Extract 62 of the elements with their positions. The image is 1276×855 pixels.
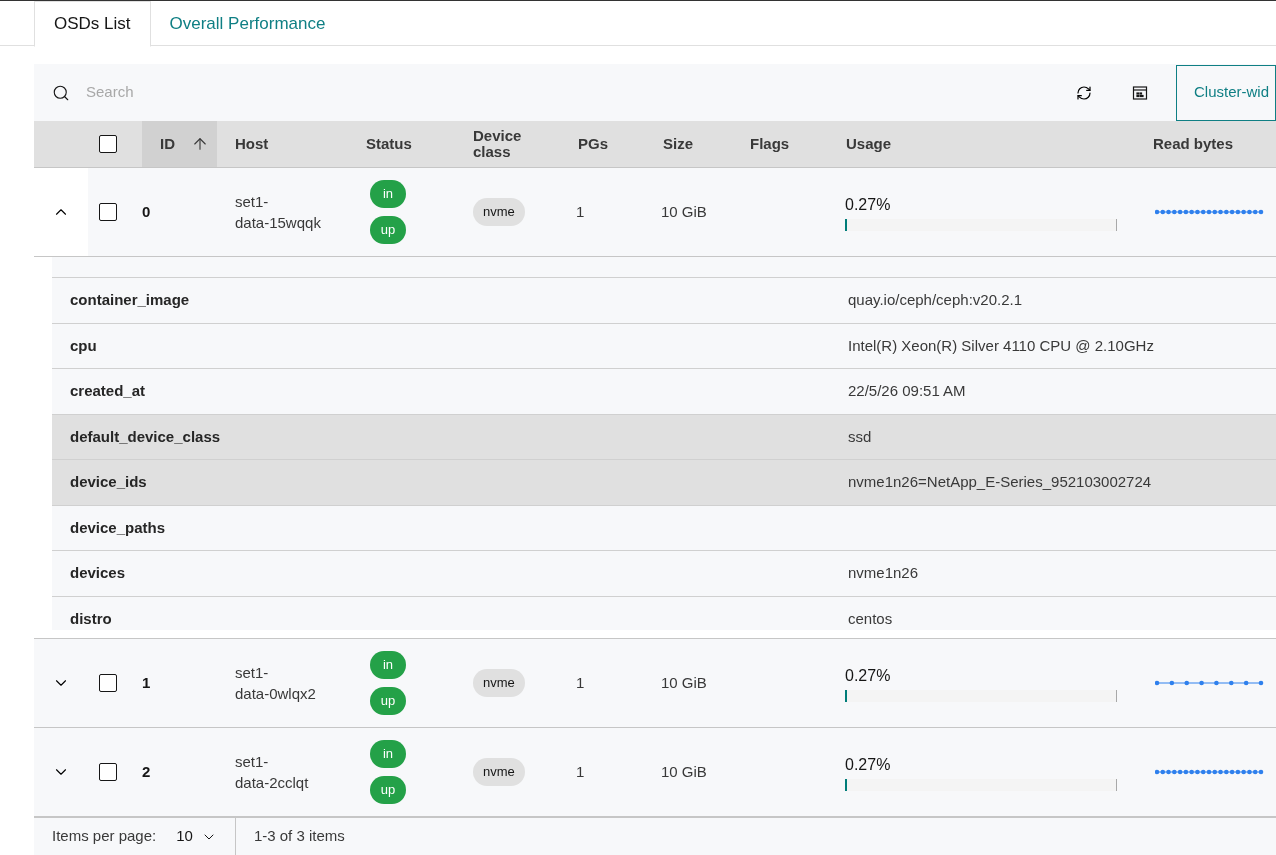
column-header[interactable]: Read bytes [1135, 121, 1276, 167]
refresh-icon [1076, 84, 1092, 101]
pgs-value: 1 [576, 203, 585, 220]
host-name: set1- data-15wqqk [235, 192, 322, 233]
pgs-value: 1 [576, 674, 585, 691]
detail-value: 22/5/26 09:51 AM [848, 381, 966, 401]
host-name: set1- data-2cclqt [235, 752, 310, 793]
detail-key: default_device_class [52, 425, 848, 448]
column-header[interactable]: Usage [828, 121, 1135, 167]
checkbox[interactable] [99, 203, 117, 221]
pagination-range: 1-3 of 3 items [252, 826, 345, 847]
detail-key: created_at [52, 380, 848, 403]
column-header[interactable]: Size [645, 121, 732, 167]
detail-value: nvme1n26=NetApp_E-Series_952103002724 [848, 472, 1152, 492]
detail-key: container_image [52, 289, 848, 312]
host-name: set1- data-0wlqx2 [235, 663, 317, 704]
status-tag: in [370, 740, 406, 768]
status-tag: up [370, 776, 406, 804]
column-header[interactable]: Status [348, 121, 455, 167]
device-class-tag: nvme [473, 758, 525, 786]
usage-percent: 0.27% [845, 755, 892, 775]
osd-id: 0 [142, 203, 151, 220]
osd-id: 1 [142, 674, 151, 691]
size-value: 10 GiB [661, 203, 707, 220]
items-per-page-label: Items per page: [52, 826, 157, 847]
tab[interactable]: Overall Performance [150, 1, 345, 47]
detail-key: distro [52, 607, 848, 630]
detail-value: quay.io/ceph/ceph:v20.2.1 [848, 290, 1023, 310]
tab[interactable]: OSDs List [34, 1, 151, 47]
device-class-tag: nvme [473, 198, 525, 226]
detail-value: Intel(R) Xeon(R) Silver 4110 CPU @ 2.10GHz [848, 335, 1154, 356]
detail-value: centos [848, 608, 893, 629]
scope-button[interactable]: Cluster-wid [1176, 64, 1276, 121]
detail-key: device_ids [52, 471, 848, 494]
status-tag: up [370, 687, 406, 715]
status-tag: in [370, 180, 406, 208]
detail-key: device_paths [52, 516, 848, 539]
size-value: 10 GiB [661, 674, 707, 691]
detail-value: nvme1n26 [848, 563, 919, 583]
column-header[interactable]: Host [217, 121, 348, 167]
size-value: 10 GiB [661, 763, 707, 780]
detail-key: devices [52, 562, 848, 585]
device-class-tag: nvme [473, 669, 525, 697]
pgs-value: 1 [576, 763, 585, 780]
items-per-page-select[interactable]: 10 [176, 825, 217, 848]
osd-id: 2 [142, 763, 151, 780]
usage-percent: 0.27% [845, 195, 892, 215]
detail-value: ssd [848, 426, 872, 447]
detail-key: cpu [52, 334, 848, 357]
status-tag: up [370, 216, 406, 244]
usage-percent: 0.27% [845, 666, 892, 686]
column-header[interactable]: PGs [560, 121, 645, 167]
column-header[interactable]: ID [142, 121, 217, 167]
checkbox[interactable] [99, 135, 117, 153]
checkbox[interactable] [99, 674, 117, 692]
column-header[interactable]: Device class [455, 121, 560, 167]
column-header[interactable]: Flags [732, 121, 828, 167]
search-field[interactable]: Search [86, 81, 386, 104]
search-icon [52, 83, 70, 102]
calendar-icon [1132, 84, 1148, 101]
status-tag: in [370, 651, 406, 679]
checkbox[interactable] [99, 763, 117, 781]
